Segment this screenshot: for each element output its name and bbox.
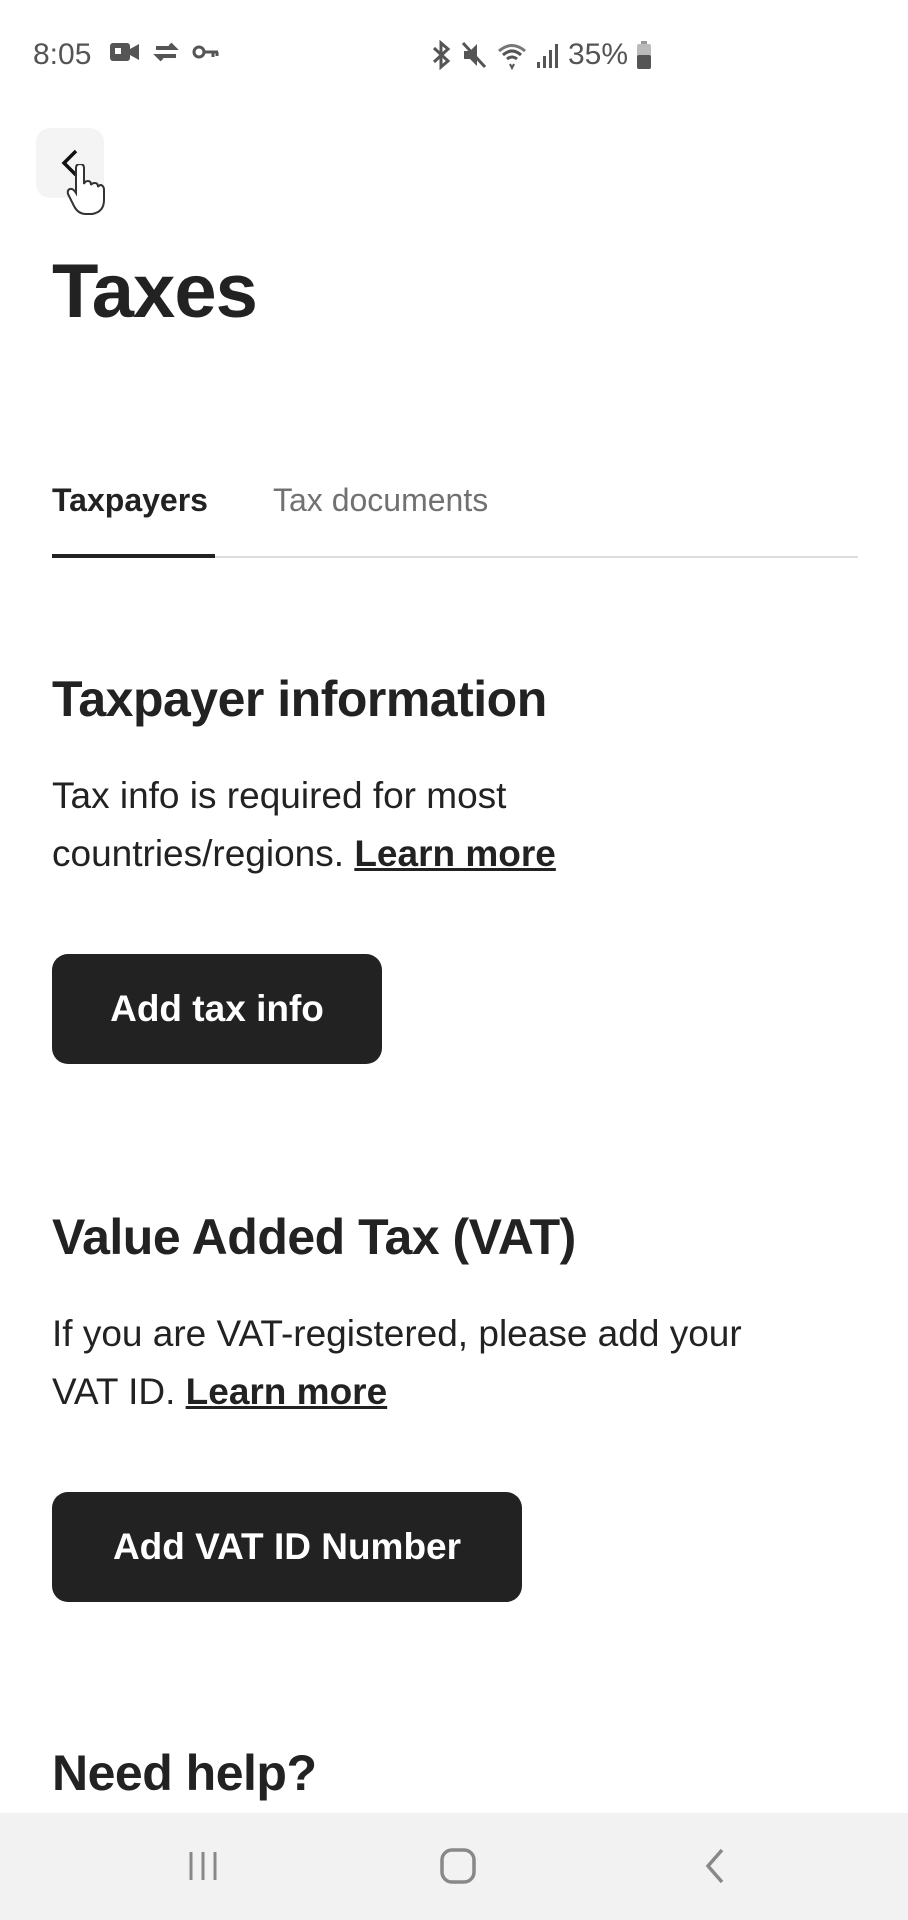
back-icon[interactable]: [698, 1843, 730, 1889]
video-camera-icon: [110, 43, 139, 61]
add-vat-id-button[interactable]: Add VAT ID Number: [52, 1492, 522, 1602]
system-navigation-bar: [0, 1813, 908, 1920]
home-icon[interactable]: [436, 1843, 480, 1889]
vat-description-line1: If you are VAT-registered, please add yo…: [52, 1313, 742, 1354]
taxpayer-learn-more-link[interactable]: Learn more: [354, 833, 556, 874]
tab-taxpayers[interactable]: Taxpayers: [52, 482, 208, 519]
sync-icon: [153, 42, 179, 62]
mute-icon: [461, 41, 487, 69]
active-tab-indicator: [52, 554, 215, 558]
recent-apps-icon[interactable]: [183, 1843, 223, 1889]
status-left-icons: [110, 40, 220, 64]
battery-percent: 35%: [568, 38, 629, 71]
vat-heading: Value Added Tax (VAT): [52, 1209, 576, 1265]
signal-icon: [537, 44, 558, 68]
taxpayer-description-line2: countries/regions. Learn more: [52, 825, 852, 883]
tab-tax-documents[interactable]: Tax documents: [273, 482, 488, 519]
vpn-key-icon: [192, 45, 219, 59]
add-tax-info-button[interactable]: Add tax info: [52, 954, 382, 1064]
need-help-heading: Need help?: [52, 1745, 317, 1801]
taxpayer-information-heading: Taxpayer information: [52, 671, 547, 727]
battery-icon: [637, 41, 652, 69]
status-time: 8:05: [33, 38, 92, 71]
taxpayer-description-line1: Tax info is required for most: [52, 775, 507, 816]
taxpayer-description-text: countries/regions.: [52, 833, 345, 874]
vat-description-line2: VAT ID. Learn more: [52, 1363, 852, 1421]
vat-learn-more-link[interactable]: Learn more: [186, 1371, 388, 1412]
page-title: Taxes: [52, 249, 258, 334]
status-bar: 8:05 35%: [0, 0, 908, 110]
tab-bar: Taxpayers Tax documents: [52, 470, 858, 560]
vat-description: If you are VAT-registered, please add yo…: [52, 1305, 852, 1421]
hand-cursor-icon: [66, 164, 105, 215]
bluetooth-icon: [432, 40, 451, 70]
wifi-icon: [498, 44, 526, 70]
taxpayer-information-description: Tax info is required for most countries/…: [52, 767, 852, 883]
vat-description-text: VAT ID.: [52, 1371, 176, 1412]
status-right: 35%: [430, 38, 652, 72]
